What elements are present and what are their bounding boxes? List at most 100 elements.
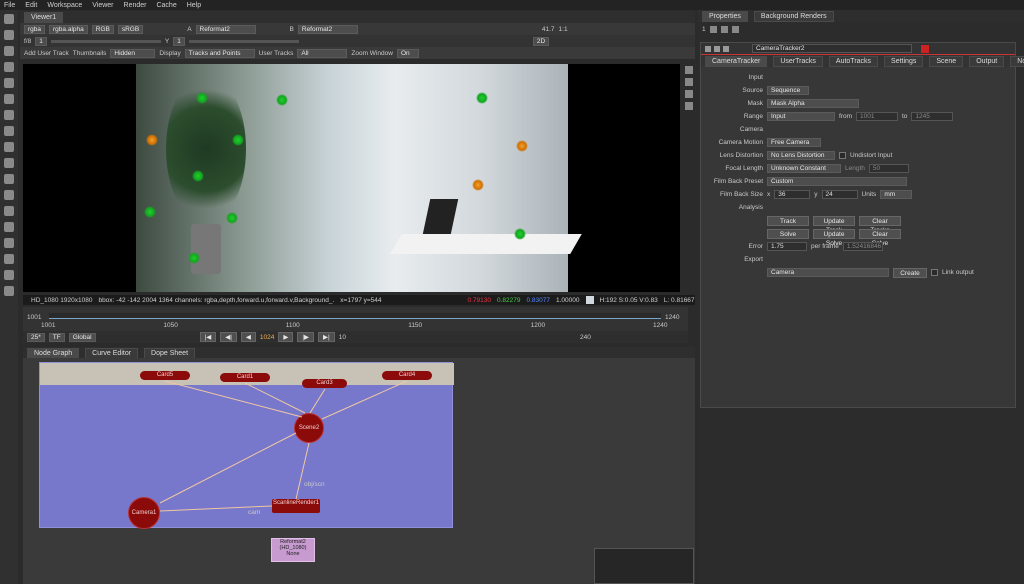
backdrop[interactable]: Card5 Card1 Card3 Card4 Scene2 Camera1 S…: [39, 362, 454, 529]
track-point[interactable]: [476, 92, 488, 104]
create-button[interactable]: Create: [893, 267, 927, 278]
track-point-orange[interactable]: [472, 179, 484, 191]
node-select-icon[interactable]: [685, 78, 693, 86]
fstop-value[interactable]: f/8: [24, 38, 31, 45]
timeline-start[interactable]: 1001: [27, 314, 41, 321]
current-frame[interactable]: 1024: [260, 334, 274, 341]
track-point[interactable]: [192, 170, 204, 182]
undistort-checkbox[interactable]: [839, 152, 846, 159]
transform-icon[interactable]: [4, 110, 14, 120]
timeline-end[interactable]: 1240: [665, 314, 679, 321]
from-field[interactable]: 1001: [856, 112, 898, 121]
menu-workspace[interactable]: Workspace: [47, 2, 82, 9]
fb-y-field[interactable]: 24: [821, 190, 858, 199]
node-reformat2[interactable]: Reformat2 (HD_1080) None: [271, 538, 315, 562]
user-tracks-dropdown[interactable]: All: [297, 48, 348, 58]
tab-autotracks[interactable]: AutoTracks: [828, 55, 879, 67]
track-point[interactable]: [276, 94, 288, 106]
first-frame-button[interactable]: |◀: [199, 332, 217, 342]
metadata-icon[interactable]: [4, 222, 14, 232]
thumbnails-dropdown[interactable]: Hidden: [110, 48, 156, 58]
furnace-icon[interactable]: [4, 270, 14, 280]
fb-x-field[interactable]: 36: [774, 190, 811, 199]
clear-solve-button[interactable]: Clear Solve: [859, 228, 901, 247]
mask-dropdown[interactable]: Mask Alpha: [767, 99, 859, 108]
other-icon[interactable]: [4, 254, 14, 264]
gear-3d-icon[interactable]: [4, 158, 14, 168]
camera-motion-dropdown[interactable]: Free Camera: [767, 138, 821, 147]
frame-increment[interactable]: 10: [339, 334, 346, 341]
play-back-button[interactable]: ◀: [240, 332, 256, 342]
film-back-preset-dropdown[interactable]: Custom: [767, 177, 907, 186]
menu-file[interactable]: File: [4, 2, 15, 9]
zoom-window-dropdown[interactable]: On: [396, 48, 419, 58]
channels-dropdown[interactable]: rgba: [24, 24, 46, 34]
link-output-checkbox[interactable]: [931, 269, 938, 276]
end-frame[interactable]: 240: [580, 334, 591, 341]
fps-dropdown[interactable]: 25*: [27, 332, 45, 342]
track-button[interactable]: Track: [767, 215, 809, 226]
view-mode-dropdown[interactable]: 2D: [532, 36, 550, 46]
gain-field[interactable]: 1: [35, 36, 47, 46]
tab-viewer[interactable]: Viewer1: [24, 11, 64, 23]
tab-node[interactable]: Node: [1010, 55, 1024, 67]
gain-slider[interactable]: [50, 39, 161, 43]
node-color-icon[interactable]: [921, 44, 929, 53]
play-button[interactable]: ▶: [278, 332, 294, 342]
units-dropdown[interactable]: mm: [880, 190, 913, 199]
viewer-canvas[interactable]: [23, 64, 680, 292]
timeline-track[interactable]: [49, 313, 661, 319]
viewer-tool-icon[interactable]: [4, 14, 14, 24]
palette-icon[interactable]: [4, 62, 14, 72]
tf-dropdown[interactable]: TF: [48, 332, 65, 342]
close-all-icon[interactable]: [720, 25, 728, 33]
track-point[interactable]: [514, 228, 526, 240]
target-icon[interactable]: [685, 90, 693, 98]
source-dropdown[interactable]: Sequence: [767, 86, 809, 95]
gamma-slider[interactable]: [188, 39, 299, 43]
to-field[interactable]: 1245: [911, 112, 954, 121]
last-frame-button[interactable]: ▶|: [318, 332, 335, 342]
update-solve-button[interactable]: Update Solve: [813, 228, 855, 247]
track-point[interactable]: [188, 252, 200, 264]
layer-dropdown[interactable]: rgba.alpha: [49, 24, 88, 34]
views-icon[interactable]: [4, 206, 14, 216]
display-tracks-dropdown[interactable]: Tracks and Points: [184, 48, 255, 58]
ratio-value[interactable]: 1:1: [559, 26, 568, 33]
deep-icon[interactable]: [4, 190, 14, 200]
display-dropdown[interactable]: RGB: [91, 24, 114, 34]
navigator-minimap[interactable]: [594, 548, 694, 584]
menu-render[interactable]: Render: [124, 2, 147, 9]
track-point-orange[interactable]: [516, 140, 528, 152]
tab-curve-editor[interactable]: Curve Editor: [85, 347, 139, 359]
input-b-dropdown[interactable]: Reformat2: [297, 24, 358, 34]
tab-settings[interactable]: Settings: [884, 55, 924, 67]
axis-icon[interactable]: [685, 102, 693, 110]
add-user-track-button[interactable]: Add User Track: [24, 50, 69, 57]
camera-icon[interactable]: [723, 45, 729, 52]
nuke-logo-icon[interactable]: [4, 286, 14, 296]
menu-edit[interactable]: Edit: [25, 2, 37, 9]
tab-dope-sheet[interactable]: Dope Sheet: [144, 347, 196, 359]
cube-icon[interactable]: [4, 126, 14, 136]
range-dropdown[interactable]: Input: [767, 112, 835, 121]
focal-length-dropdown[interactable]: Unknown Constant: [767, 164, 841, 173]
lens-distortion-dropdown[interactable]: No Lens Distortion: [767, 151, 835, 160]
track-point[interactable]: [144, 206, 156, 218]
collapse-icon[interactable]: [705, 45, 711, 52]
tab-cameratracker[interactable]: CameraTracker: [705, 55, 768, 67]
max-panels-field[interactable]: 1: [702, 26, 706, 33]
layers-icon[interactable]: [4, 78, 14, 88]
particles-icon[interactable]: [4, 174, 14, 184]
lock-icon[interactable]: [709, 25, 717, 33]
length-field[interactable]: 50: [868, 164, 909, 173]
tab-node-graph[interactable]: Node Graph: [27, 347, 80, 359]
tab-scene[interactable]: Scene: [929, 55, 964, 67]
menu-cache[interactable]: Cache: [156, 2, 176, 9]
tab-output[interactable]: Output: [969, 55, 1005, 67]
menu-viewer[interactable]: Viewer: [92, 2, 113, 9]
select-tool-icon[interactable]: [685, 66, 693, 74]
colorspace-dropdown[interactable]: sRGB: [117, 24, 144, 34]
sphere-icon[interactable]: [4, 94, 14, 104]
update-track-button[interactable]: Update Track: [813, 215, 855, 234]
